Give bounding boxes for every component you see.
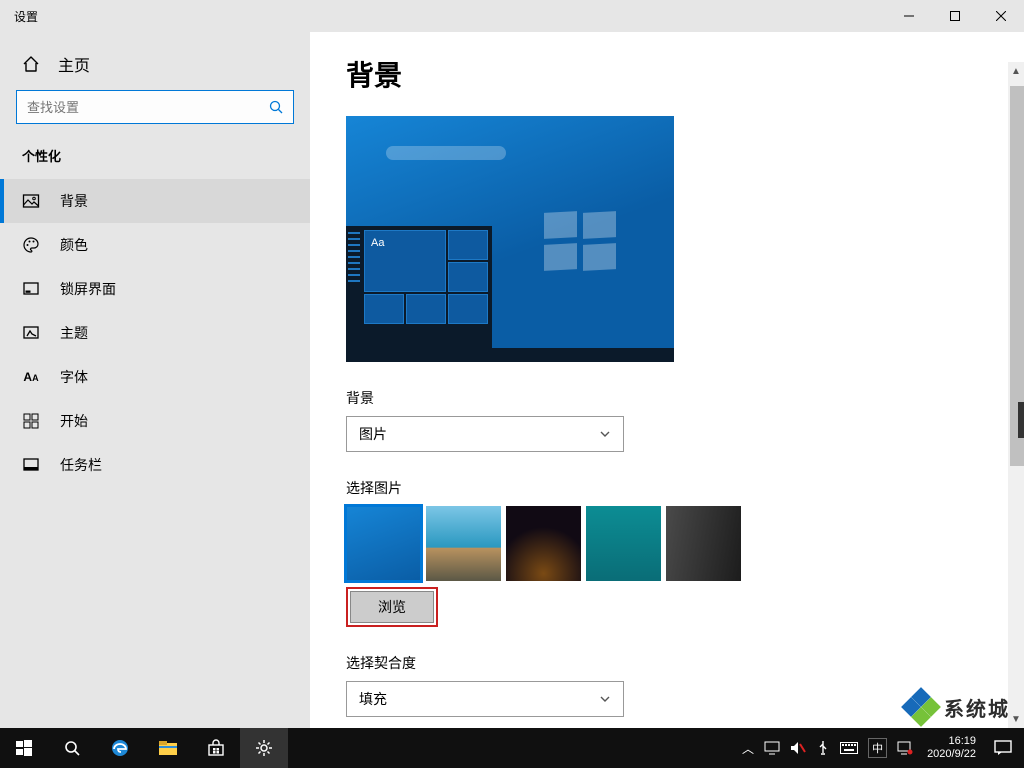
taskbar-search[interactable]	[48, 728, 96, 768]
select-value: 图片	[359, 424, 387, 444]
content: 背景 Aa 背景 图片 选择图片	[310, 32, 1024, 728]
picture-thumb[interactable]	[586, 506, 661, 581]
scroll-down-icon[interactable]: ▼	[1008, 710, 1024, 728]
browse-button[interactable]: 浏览	[350, 591, 434, 623]
system-tray[interactable]: ︿ 中	[734, 738, 921, 758]
sidebar-item-label: 任务栏	[60, 455, 102, 475]
tray-usb-icon[interactable]	[816, 740, 830, 756]
taskbar-settings[interactable]	[240, 728, 288, 768]
picture-thumb[interactable]	[506, 506, 581, 581]
window-body: 主页 个性化 背景 颜色 锁屏界面	[0, 32, 1024, 728]
scroll-up-icon[interactable]: ▲	[1008, 62, 1024, 80]
choose-picture-label: 选择图片	[346, 478, 1024, 498]
background-type-label: 背景	[346, 388, 1024, 408]
picture-icon	[22, 192, 40, 210]
close-button[interactable]	[978, 0, 1024, 32]
sidebar-item-label: 锁屏界面	[60, 279, 116, 299]
watermark-text: 系统城	[944, 693, 1010, 722]
windows-logo-icon	[544, 212, 616, 270]
sidebar-item-colors[interactable]: 颜色	[0, 223, 310, 267]
background-preview: Aa	[346, 116, 674, 362]
browse-highlight: 浏览	[346, 587, 438, 627]
font-icon: AA	[22, 368, 40, 386]
tray-time: 16:19	[927, 735, 976, 748]
watermark: 系统城	[904, 690, 1010, 724]
tray-volume-icon[interactable]	[790, 741, 806, 755]
sidebar-item-label: 开始	[60, 411, 88, 431]
picture-thumbs	[346, 506, 1024, 581]
sidebar-item-label: 字体	[60, 367, 88, 387]
maximize-button[interactable]	[932, 0, 978, 32]
tray-chevron-up-icon[interactable]: ︿	[742, 740, 754, 757]
taskbar-explorer[interactable]	[144, 728, 192, 768]
tray-date: 2020/9/22	[927, 748, 976, 761]
palette-icon	[22, 236, 40, 254]
start-icon	[22, 412, 40, 430]
home-link[interactable]: 主页	[0, 32, 310, 90]
watermark-logo-icon	[904, 690, 938, 724]
taskbar-edge[interactable]	[96, 728, 144, 768]
fit-label: 选择契合度	[346, 653, 1024, 673]
search-icon	[269, 100, 283, 114]
page-title: 背景	[346, 54, 1024, 94]
window-title: 设置	[0, 8, 38, 25]
lockscreen-icon	[22, 280, 40, 298]
tray-lang[interactable]: 中	[868, 738, 887, 758]
settings-window: 设置 主页 个性化 背景	[0, 0, 1024, 728]
theme-icon	[22, 324, 40, 342]
tray-network-icon[interactable]	[897, 741, 913, 755]
taskbar-store[interactable]	[192, 728, 240, 768]
sidebar-item-label: 背景	[60, 191, 88, 211]
section-title: 个性化	[0, 142, 310, 179]
tray-display-icon[interactable]	[764, 741, 780, 755]
action-center-button[interactable]	[982, 728, 1024, 768]
preview-sample-text: Aa	[364, 230, 446, 292]
sidebar-item-themes[interactable]: 主题	[0, 311, 310, 355]
sidebar-item-start[interactable]: 开始	[0, 399, 310, 443]
titlebar: 设置	[0, 0, 1024, 32]
tray-clock[interactable]: 16:19 2020/9/22	[921, 735, 982, 761]
picture-thumb[interactable]	[666, 506, 741, 581]
minimize-button[interactable]	[886, 0, 932, 32]
chevron-down-icon	[599, 693, 611, 705]
search-input-wrap[interactable]	[16, 90, 294, 124]
background-type-select[interactable]: 图片	[346, 416, 624, 452]
sidebar-item-taskbar[interactable]: 任务栏	[0, 443, 310, 487]
start-button[interactable]	[0, 728, 48, 768]
sidebar: 主页 个性化 背景 颜色 锁屏界面	[0, 32, 310, 728]
sidebar-item-fonts[interactable]: AA 字体	[0, 355, 310, 399]
sidebar-item-background[interactable]: 背景	[0, 179, 310, 223]
taskbar-icon	[22, 456, 40, 474]
sidebar-item-label: 颜色	[60, 235, 88, 255]
search-input[interactable]	[27, 100, 269, 115]
select-value: 填充	[359, 689, 387, 709]
tray-keyboard-icon[interactable]	[840, 742, 858, 754]
sidebar-item-lockscreen[interactable]: 锁屏界面	[0, 267, 310, 311]
home-icon	[22, 55, 40, 73]
picture-thumb[interactable]	[346, 506, 421, 581]
chevron-down-icon	[599, 428, 611, 440]
scrollbar[interactable]: ▲ ▼	[1008, 62, 1024, 728]
fit-select[interactable]: 填充	[346, 681, 624, 717]
picture-thumb[interactable]	[426, 506, 501, 581]
home-label: 主页	[58, 52, 90, 76]
nav: 背景 颜色 锁屏界面 主题 AA 字体	[0, 179, 310, 487]
sidebar-item-label: 主题	[60, 323, 88, 343]
taskbar: ︿ 中 16:19 2020/9/22	[0, 728, 1024, 768]
